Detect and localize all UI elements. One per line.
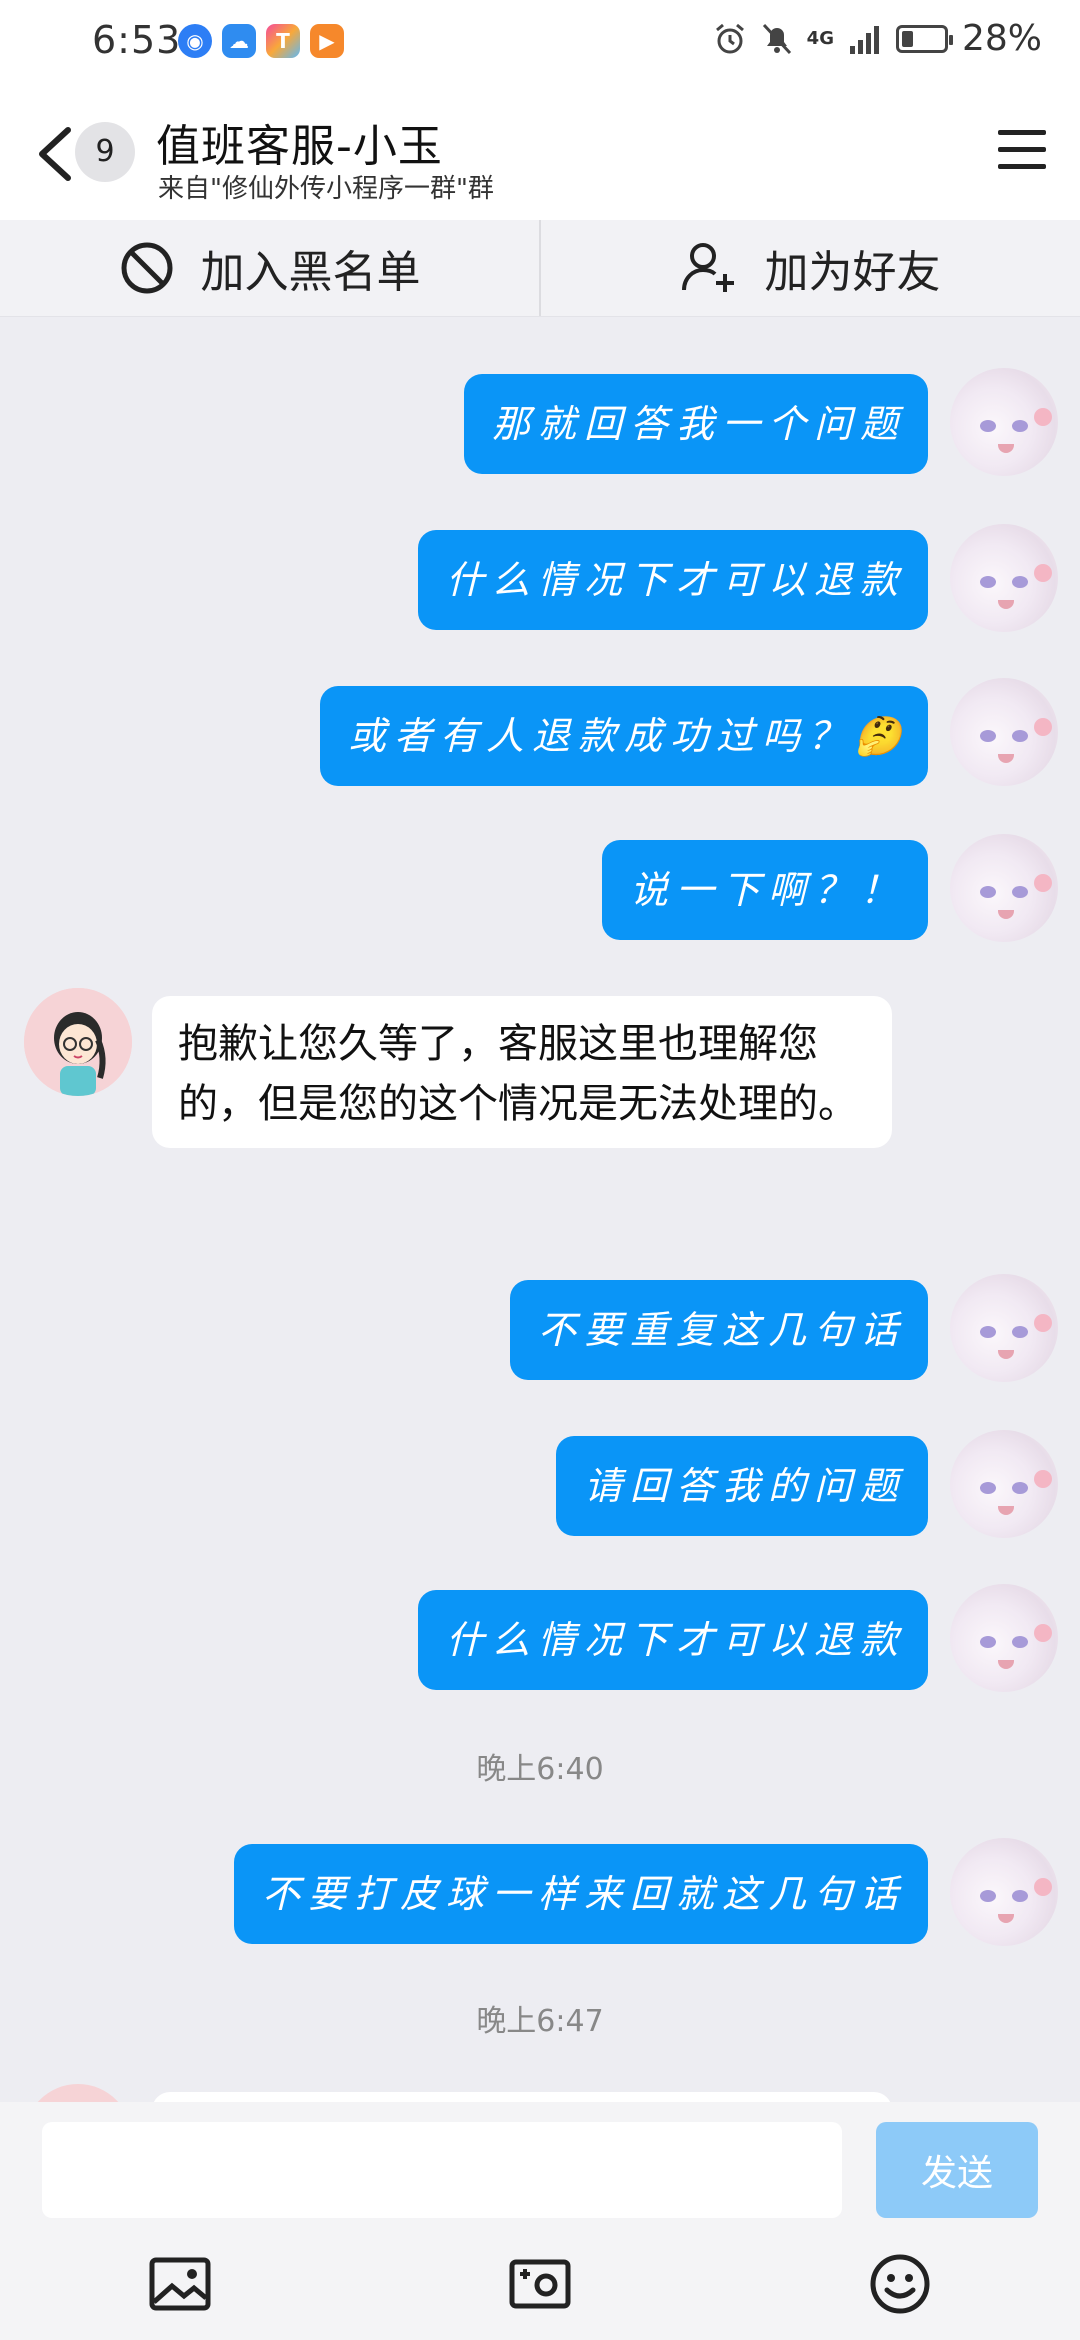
app-icon: T <box>266 24 300 58</box>
send-button[interactable]: 发送 <box>876 2122 1038 2218</box>
my-avatar[interactable] <box>950 524 1058 632</box>
my-avatar[interactable] <box>950 834 1058 942</box>
sent-message-bubble[interactable]: 不要打皮球一样来回就这几句话 <box>234 1844 928 1944</box>
add-friend-button[interactable]: 加为好友 <box>541 220 1080 316</box>
back-arrow-icon[interactable] <box>30 124 80 184</box>
sent-message-bubble[interactable]: 或者有人退款成功过吗？🤔 <box>320 686 928 786</box>
sent-message-bubble[interactable]: 什么情况下才可以退款 <box>418 530 928 630</box>
message-input[interactable] <box>42 2122 842 2218</box>
chat-subtitle: 来自"修仙外传小程序一群"群 <box>158 174 494 204</box>
blacklist-button[interactable]: 加入黑名单 <box>0 220 539 316</box>
signal-icon <box>849 25 879 54</box>
blacklist-label: 加入黑名单 <box>200 247 421 298</box>
message-timestamp: 晚上6:40 <box>476 1752 604 1787</box>
received-message-bubble[interactable]: 抱歉让您久等了，客服这里也理解您的，但是您的这个情况是无法处理的。 <box>152 996 892 1148</box>
sent-message-bubble[interactable]: 请回答我的问题 <box>556 1436 928 1536</box>
network-type: 4G <box>806 27 834 49</box>
my-avatar[interactable] <box>950 1838 1058 1946</box>
mute-bell-icon <box>762 23 791 54</box>
sent-message-bubble[interactable]: 那就回答我一个问题 <box>464 374 928 474</box>
battery-percent: 28% <box>961 18 1042 59</box>
my-avatar[interactable] <box>950 1584 1058 1692</box>
my-avatar[interactable] <box>950 368 1058 476</box>
alarm-icon <box>715 23 744 53</box>
agent-avatar[interactable] <box>24 988 132 1096</box>
block-icon <box>121 242 172 294</box>
action-bar: 加入黑名单 加为好友 <box>0 220 1080 317</box>
sent-message-bubble[interactable]: 说一下啊？！ <box>602 840 928 940</box>
sent-message-bubble[interactable]: 不要重复这几句话 <box>510 1280 928 1380</box>
message-list[interactable]: 那就回答我一个问题 什么情况下才可以退款 或者有人退款成功过吗？🤔 说一下啊？！… <box>0 316 1080 2102</box>
chat-title: 值班客服-小玉 <box>156 121 443 172</box>
add-user-icon <box>681 243 734 292</box>
menu-icon[interactable] <box>998 130 1046 174</box>
received-message-bubble[interactable] <box>152 2092 892 2102</box>
notification-icons: ◉ ☁ T ▶ <box>178 24 344 58</box>
status-bar: 6:53 ◉ ☁ T ▶ 4G 28% <box>0 0 1080 90</box>
sent-message-bubble[interactable]: 什么情况下才可以退款 <box>418 1590 928 1690</box>
camera-icon[interactable] <box>508 2252 572 2316</box>
browser-icon: ◉ <box>178 24 212 58</box>
my-avatar[interactable] <box>950 678 1058 786</box>
status-right: 4G 28% <box>713 18 1042 59</box>
girl-avatar-icon <box>24 988 132 1096</box>
add-friend-label: 加为好友 <box>764 247 941 298</box>
battery-icon <box>895 24 953 53</box>
unread-count-badge[interactable]: 9 <box>75 122 135 182</box>
agent-avatar[interactable] <box>24 2084 132 2102</box>
status-time: 6:53 <box>92 18 182 62</box>
chat-header: 9 值班客服-小玉 来自"修仙外传小程序一群"群 <box>0 90 1080 220</box>
message-timestamp: 晚上6:47 <box>476 2004 604 2039</box>
my-avatar[interactable] <box>950 1274 1058 1382</box>
video-icon: ▶ <box>310 24 344 58</box>
image-icon[interactable] <box>148 2252 212 2316</box>
cloud-icon: ☁ <box>222 24 256 58</box>
my-avatar[interactable] <box>950 1430 1058 1538</box>
emoji-icon[interactable] <box>868 2252 932 2316</box>
input-bar: 发送 <box>0 2102 1080 2340</box>
